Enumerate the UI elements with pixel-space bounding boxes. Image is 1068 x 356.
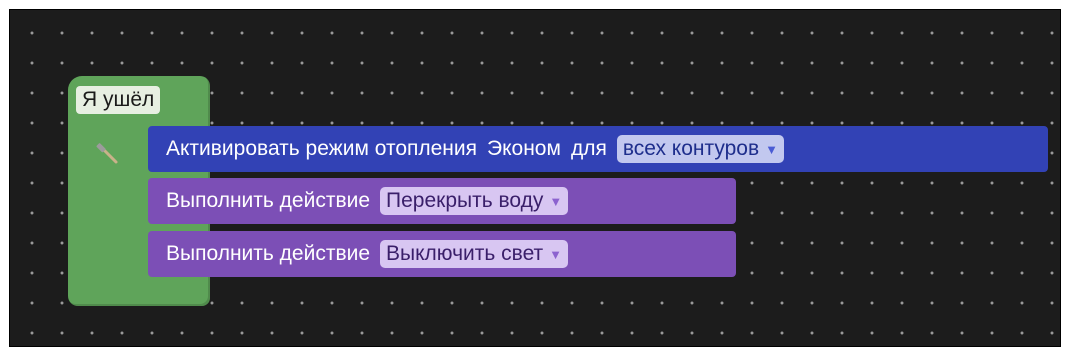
action-block-light[interactable]: Выполнить действие Выключить свет ▼ <box>148 231 736 277</box>
for-label: для <box>570 137 607 160</box>
triangle-down-icon: ▼ <box>549 193 563 209</box>
triangle-down-icon: ▼ <box>549 246 563 262</box>
action-dropdown-water[interactable]: Перекрыть воду ▼ <box>380 187 569 215</box>
hammer-icon <box>96 143 118 164</box>
blockly-workspace[interactable]: Я ушёл Активировать режим отопления Экон… <box>9 9 1061 347</box>
action-dropdown-light[interactable]: Выключить свет ▼ <box>380 240 569 268</box>
heating-mode-block[interactable]: Активировать режим отопления Эконом для … <box>148 126 1048 172</box>
event-label[interactable]: Я ушёл <box>76 86 161 114</box>
circuit-dropdown-value: всех контуров <box>622 137 760 160</box>
action-block-text: Выполнить действие <box>166 242 371 265</box>
heating-mode-value[interactable]: Эконом <box>487 137 561 161</box>
action-dropdown-value: Перекрыть воду <box>386 189 544 212</box>
action-dropdown-value: Выключить свет <box>386 242 544 265</box>
action-block-water[interactable]: Выполнить действие Перекрыть воду ▼ <box>148 178 736 224</box>
action-block-text: Выполнить действие <box>166 189 371 212</box>
triangle-down-icon: ▼ <box>765 141 779 157</box>
circuit-dropdown[interactable]: всех контуров ▼ <box>616 135 785 163</box>
heating-block-text: Активировать режим отопления <box>166 137 478 160</box>
